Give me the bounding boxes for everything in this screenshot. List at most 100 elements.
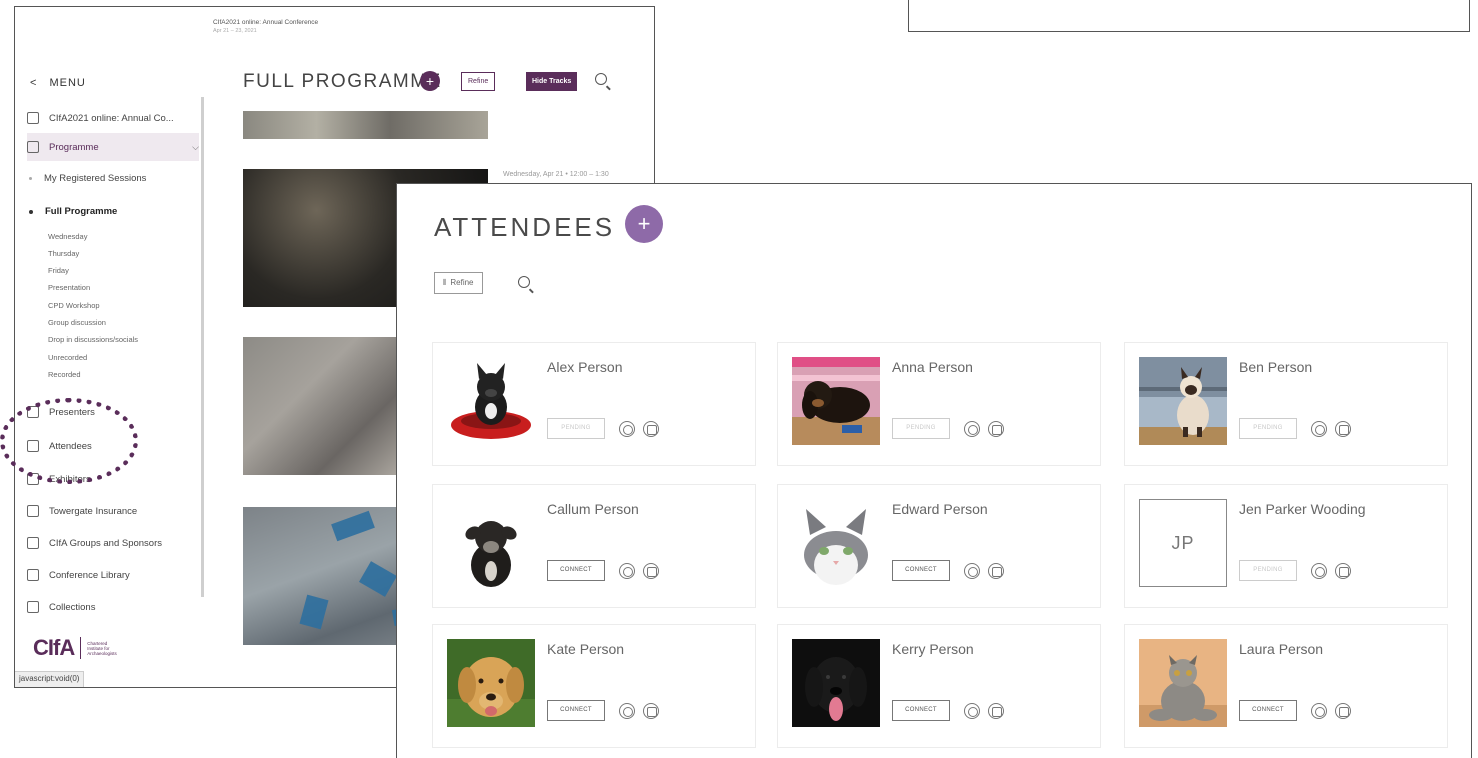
avatar <box>792 357 880 445</box>
sidebar: < MENU CIfA2021 online: Annual Co... Pro… <box>15 7 205 675</box>
avatar <box>792 639 880 727</box>
cifa-logo: CIfA Chartered Institute for Archaeologi… <box>33 635 117 660</box>
sidebar-day-item[interactable]: CPD Workshop <box>48 301 100 310</box>
avatar <box>447 357 535 445</box>
video-icon[interactable] <box>1335 563 1351 579</box>
connect-button[interactable]: CONNECT <box>892 560 950 581</box>
bullet-icon <box>29 209 33 214</box>
sidebar-day-item[interactable]: Unrecorded <box>48 353 87 362</box>
avatar <box>792 499 880 587</box>
page-title: ATTENDEES <box>434 212 616 242</box>
attendee-card[interactable]: Callum Person CONNECT <box>432 484 756 608</box>
attendee-card[interactable]: Ben Person PENDING <box>1124 342 1448 466</box>
video-icon[interactable] <box>1335 421 1351 437</box>
avatar <box>1139 357 1227 445</box>
chat-icon[interactable] <box>964 703 980 719</box>
sidebar-day-item[interactable]: Drop in discussions/socials <box>48 335 138 344</box>
attendee-name[interactable]: Callum Person <box>547 501 639 517</box>
bullet-icon <box>29 177 32 180</box>
event-dates: Apr 21 – 23, 2021 <box>213 28 257 34</box>
attendee-name[interactable]: Edward Person <box>892 501 988 517</box>
sidebar-item-event[interactable]: CIfA2021 online: Annual Co... <box>27 104 199 132</box>
sidebar-day-item[interactable]: Friday <box>48 266 69 275</box>
refine-button[interactable]: ⫴ Refine <box>434 272 483 294</box>
avatar <box>447 639 535 727</box>
chat-icon[interactable] <box>964 563 980 579</box>
pending-button: PENDING <box>1239 418 1297 439</box>
session-image[interactable] <box>243 111 488 139</box>
video-icon[interactable] <box>988 421 1004 437</box>
attendee-card[interactable]: Anna Person PENDING <box>777 342 1101 466</box>
menu-header[interactable]: < MENU <box>30 77 86 89</box>
library-icon <box>27 569 39 581</box>
sidebar-day-item[interactable]: Group discussion <box>48 318 106 327</box>
pending-button: PENDING <box>1239 560 1297 581</box>
connect-button[interactable]: CONNECT <box>1239 700 1297 721</box>
sidebar-item-groups[interactable]: CIfA Groups and Sponsors <box>27 529 199 557</box>
attendee-card[interactable]: JP Jen Parker Wooding PENDING <box>1124 484 1448 608</box>
session-time: Wednesday, Apr 21 • 12:00 – 1:30 <box>503 171 609 178</box>
search-icon[interactable] <box>518 276 530 288</box>
collections-icon <box>27 601 39 613</box>
add-button[interactable]: + <box>625 205 663 243</box>
video-icon[interactable] <box>988 563 1004 579</box>
sidebar-day-item[interactable]: Wednesday <box>48 232 87 241</box>
chat-icon[interactable] <box>1311 563 1327 579</box>
attendee-name[interactable]: Laura Person <box>1239 641 1323 657</box>
attendee-name[interactable]: Kate Person <box>547 641 624 657</box>
attendee-name[interactable]: Anna Person <box>892 359 973 375</box>
attendee-card[interactable]: Laura Person CONNECT <box>1124 624 1448 748</box>
sidebar-item-collections[interactable]: Collections <box>27 593 199 621</box>
video-icon[interactable] <box>988 703 1004 719</box>
attendee-name[interactable]: Jen Parker Wooding <box>1239 501 1366 517</box>
attendee-card[interactable]: Alex Person PENDING <box>432 342 756 466</box>
sidebar-day-item[interactable]: Thursday <box>48 249 79 258</box>
attendee-card[interactable]: Kate Person CONNECT <box>432 624 756 748</box>
attendee-name[interactable]: Kerry Person <box>892 641 974 657</box>
chat-icon[interactable] <box>1311 703 1327 719</box>
page-title: FULL PROGRAMME <box>243 71 442 92</box>
connect-button[interactable]: CONNECT <box>547 700 605 721</box>
connect-button[interactable]: CONNECT <box>892 700 950 721</box>
menu-label: MENU <box>49 77 86 89</box>
search-icon[interactable] <box>595 73 607 85</box>
chat-icon[interactable] <box>1311 421 1327 437</box>
refine-button[interactable]: Refine <box>461 72 496 91</box>
chat-icon[interactable] <box>619 421 635 437</box>
video-icon[interactable] <box>643 563 659 579</box>
event-breadcrumb[interactable]: CIfA2021 online: Annual Conference <box>213 19 318 26</box>
add-button[interactable]: + <box>420 71 440 91</box>
chevron-left-icon[interactable]: < <box>30 77 37 89</box>
background-window-fragment <box>908 0 1470 32</box>
shield-icon <box>27 505 39 517</box>
sidebar-item-full-programme[interactable]: Full Programme <box>29 206 117 217</box>
avatar-initials: JP <box>1139 499 1227 587</box>
sidebar-item-my-sessions[interactable]: My Registered Sessions <box>29 173 146 184</box>
video-icon[interactable] <box>643 703 659 719</box>
groups-icon <box>27 537 39 549</box>
video-icon[interactable] <box>643 421 659 437</box>
connect-button[interactable]: CONNECT <box>547 560 605 581</box>
video-icon[interactable] <box>1335 703 1351 719</box>
attendees-window: ATTENDEES + ⫴ Refine Alex Person PENDING <box>396 183 1472 758</box>
calendar-icon <box>27 141 39 153</box>
sidebar-day-item[interactable]: Recorded <box>48 370 81 379</box>
sidebar-item-programme[interactable]: Programme ⌵ <box>27 133 199 161</box>
attendee-name[interactable]: Ben Person <box>1239 359 1312 375</box>
attendee-card[interactable]: Edward Person CONNECT <box>777 484 1101 608</box>
filter-icon: ⫴ <box>443 278 447 287</box>
sidebar-scrollbar[interactable] <box>201 97 204 597</box>
sidebar-item-library[interactable]: Conference Library <box>27 561 199 589</box>
chat-icon[interactable] <box>619 703 635 719</box>
status-bar-url: javascript:void(0) <box>15 671 85 687</box>
attendee-name[interactable]: Alex Person <box>547 359 622 375</box>
sidebar-day-item[interactable]: Presentation <box>48 283 90 292</box>
pending-button: PENDING <box>547 418 605 439</box>
chat-icon[interactable] <box>964 421 980 437</box>
chat-icon[interactable] <box>619 563 635 579</box>
attendee-card[interactable]: Kerry Person CONNECT <box>777 624 1101 748</box>
hide-tracks-button[interactable]: Hide Tracks <box>526 72 578 91</box>
home-icon <box>27 112 39 124</box>
sidebar-item-towergate[interactable]: Towergate Insurance <box>27 497 199 525</box>
avatar <box>1139 639 1227 727</box>
